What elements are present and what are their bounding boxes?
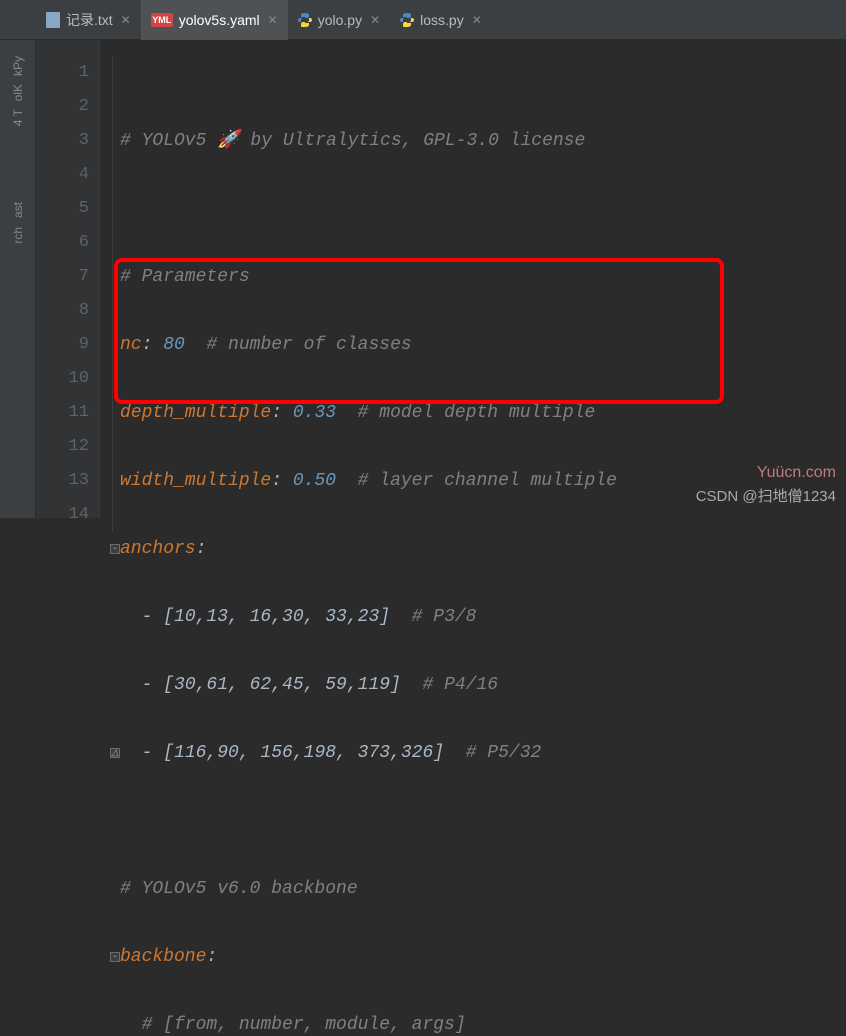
code-comment: # P4/16 xyxy=(422,675,498,695)
sidebar-item[interactable]: ast xyxy=(11,202,25,218)
tool-sidebar: kPy olK 4 T ast rch xyxy=(0,40,36,518)
code-comment: # YOLOv5 v6.0 backbone xyxy=(120,879,358,899)
tab-loss-py[interactable]: loss.py ✕ xyxy=(390,0,492,40)
yaml-key: depth_multiple xyxy=(120,403,271,423)
yaml-array: [10,13, 16,30, 33,23] xyxy=(163,607,390,627)
sidebar-item[interactable]: rch xyxy=(11,227,25,244)
yaml-key: nc xyxy=(120,335,142,355)
fold-minus-icon[interactable]: - xyxy=(110,544,120,554)
tab-label: 记录.txt xyxy=(66,10,113,30)
sidebar-item[interactable]: kPy xyxy=(11,56,25,76)
python-file-icon xyxy=(298,13,312,27)
line-number: 13 xyxy=(36,464,89,498)
sidebar-item[interactable]: 4 T xyxy=(11,109,25,126)
line-number: 5 xyxy=(36,192,89,226)
editor-pane: 1 2 3 4 5 6 7 8 9 10 11 12 13 14 # YOLOv… xyxy=(36,40,846,518)
line-number: 3 xyxy=(36,124,89,158)
tab-yolov5s-yaml[interactable]: YML yolov5s.yaml ✕ xyxy=(141,0,288,40)
line-number: 4 xyxy=(36,158,89,192)
watermark: CSDN @扫地僧1234 xyxy=(696,485,836,506)
line-number: 12 xyxy=(36,430,89,464)
line-number: 7 xyxy=(36,260,89,294)
code-area[interactable]: # YOLOv5 🚀 by Ultralytics, GPL-3.0 licen… xyxy=(100,40,846,518)
close-icon[interactable]: ✕ xyxy=(121,13,131,27)
fold-minus-icon[interactable]: - xyxy=(110,952,120,962)
tab-label: loss.py xyxy=(420,12,464,28)
line-number: 6 xyxy=(36,226,89,260)
fold-icon[interactable]: △ xyxy=(110,748,120,758)
close-icon[interactable]: ✕ xyxy=(268,13,278,27)
line-gutter: 1 2 3 4 5 6 7 8 9 10 11 12 13 14 xyxy=(36,40,100,518)
code-comment: # [from, number, module, args] xyxy=(142,1015,466,1035)
sidebar-item[interactable]: olK xyxy=(11,84,25,101)
tab-label: yolo.py xyxy=(318,12,362,28)
line-number: 11 xyxy=(36,396,89,430)
python-file-icon xyxy=(400,13,414,27)
text-file-icon xyxy=(46,12,60,28)
yaml-array: [30,61, 62,45, 59,119] xyxy=(163,675,401,695)
yaml-array: [116,90, 156,198, 373,326] xyxy=(163,743,444,763)
tab-record-txt[interactable]: 记录.txt ✕ xyxy=(36,0,141,40)
line-number: 1 xyxy=(36,56,89,90)
yaml-file-icon: YML xyxy=(151,13,173,27)
code-comment: # YOLOv5 🚀 by Ultralytics, GPL-3.0 licen… xyxy=(120,131,585,151)
indent-guide xyxy=(112,56,113,532)
yaml-key: width_multiple xyxy=(120,471,271,491)
code-comment: # P5/32 xyxy=(466,743,542,763)
yaml-value: 0.50 xyxy=(293,471,336,491)
line-number: 9 xyxy=(36,328,89,362)
tab-label: yolov5s.yaml xyxy=(179,12,260,28)
code-comment: # layer channel multiple xyxy=(358,471,617,491)
line-number: 14 xyxy=(36,498,89,532)
tab-bar: 记录.txt ✕ YML yolov5s.yaml ✕ yolo.py ✕ lo… xyxy=(0,0,846,40)
tab-yolo-py[interactable]: yolo.py ✕ xyxy=(288,0,390,40)
yaml-key: anchors xyxy=(120,539,196,559)
line-number: 10 xyxy=(36,362,89,396)
code-comment: # model depth multiple xyxy=(358,403,596,423)
watermark: Yuücn.com xyxy=(757,464,836,482)
code-comment: # Parameters xyxy=(120,267,250,287)
yaml-key: backbone xyxy=(120,947,206,967)
close-icon[interactable]: ✕ xyxy=(472,13,482,27)
code-comment: # number of classes xyxy=(206,335,411,355)
line-number: 2 xyxy=(36,90,89,124)
yaml-value: 0.33 xyxy=(293,403,336,423)
close-icon[interactable]: ✕ xyxy=(370,13,380,27)
yaml-value: 80 xyxy=(163,335,185,355)
code-comment: # P3/8 xyxy=(412,607,477,627)
line-number: 8 xyxy=(36,294,89,328)
